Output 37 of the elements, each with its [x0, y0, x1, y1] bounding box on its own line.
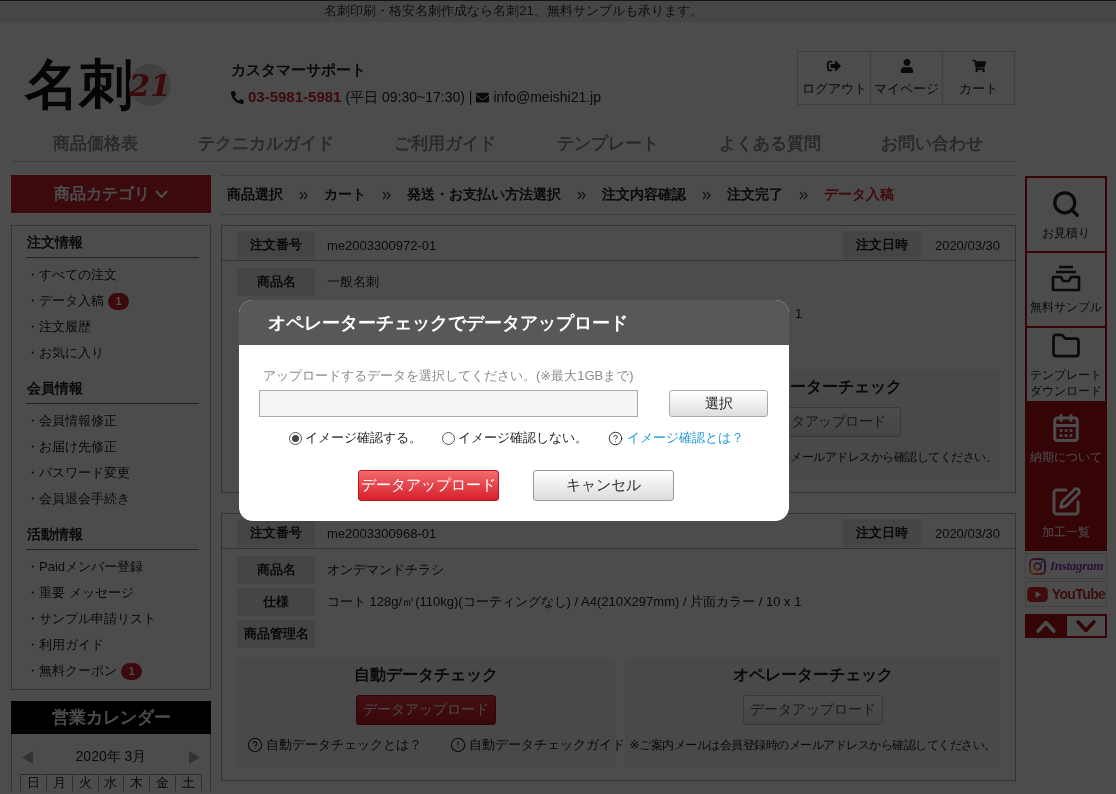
- rail-label: お見積り: [1042, 224, 1090, 241]
- rail-label: 無料サンプル: [1030, 298, 1102, 315]
- help-link[interactable]: イメージ確認とは？: [626, 429, 744, 447]
- rail-label: 加工一覧: [1042, 524, 1090, 540]
- breadcrumb-step[interactable]: 注文内容確認: [602, 186, 686, 204]
- radio-button[interactable]: [441, 431, 455, 445]
- select-file-button[interactable]: 選択: [669, 390, 768, 417]
- upload-hint: アップロードするデータを選択してください。(※最大1GBまで): [262, 368, 635, 383]
- breadcrumb-step[interactable]: 商品選択: [227, 186, 283, 204]
- order-number: me2003300968-01: [327, 525, 437, 541]
- file-path-field[interactable]: [259, 390, 638, 417]
- field-value: 1: [794, 305, 803, 323]
- breadcrumb-step[interactable]: 発送・お支払い方法選択: [407, 186, 561, 204]
- radio-button[interactable]: [288, 431, 302, 445]
- breadcrumb-step[interactable]: カート: [324, 186, 366, 204]
- business-hours: (平日 09:30~17:30) |: [345, 88, 473, 106]
- radio-label[interactable]: イメージ確認しない。: [457, 429, 588, 447]
- field-value: オンデマンドチラシ: [327, 561, 444, 579]
- order-date: 2020/03/30: [934, 237, 1000, 253]
- dialog-title: オペレーターチェックでデータアップロード: [239, 300, 789, 345]
- help-icon: [607, 430, 623, 446]
- check-title: 自動データチェック: [354, 665, 498, 685]
- instagram-wordmark: Instagram: [1050, 558, 1103, 574]
- order-number: me2003300972-01: [327, 237, 437, 253]
- upload-button[interactable]: データアップロード: [358, 470, 499, 501]
- radio-label[interactable]: イメージ確認する。: [304, 429, 422, 447]
- youtube-wordmark: YouTube: [1051, 586, 1106, 602]
- calendar-month: 2020年 3月: [75, 748, 147, 766]
- order-date: 2020/03/30: [934, 525, 1000, 541]
- cancel-button[interactable]: キャンセル: [533, 470, 674, 501]
- breadcrumb-step[interactable]: データ入稿: [824, 186, 894, 204]
- check-title: ーターチェック: [790, 377, 902, 397]
- support-title: カスタマーサポート: [231, 61, 367, 79]
- email-address: info@meishi21.jp: [493, 88, 601, 106]
- phone-number: 03-5981-5981: [248, 88, 342, 106]
- breadcrumb-step[interactable]: 注文完了: [727, 186, 783, 204]
- check-title: オペレーターチェック: [732, 665, 893, 685]
